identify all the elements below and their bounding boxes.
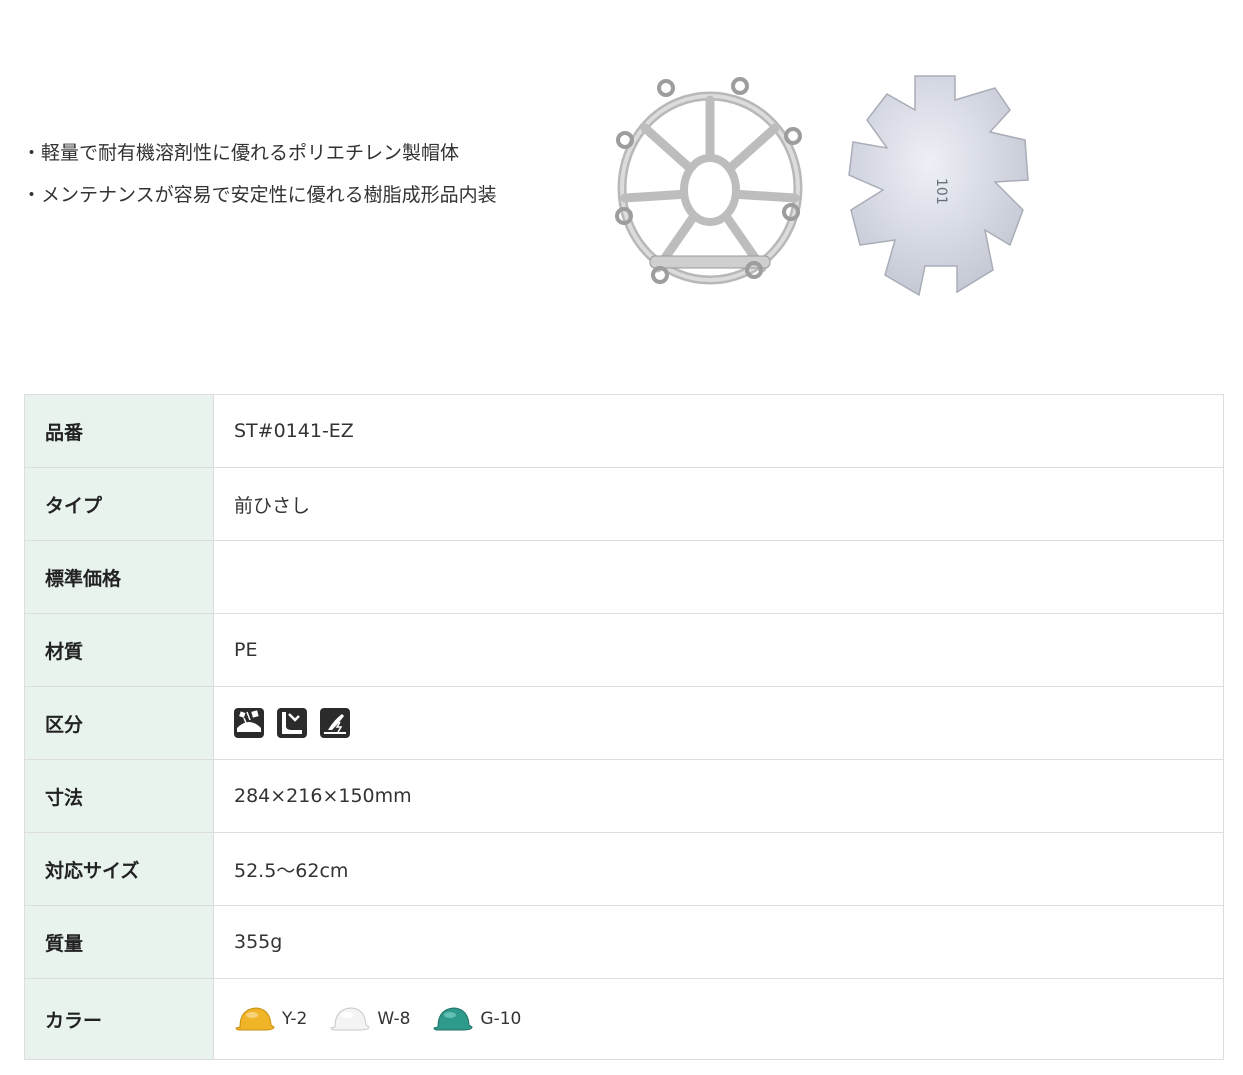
feature-item: メンテナンスが容易で安定性に優れる樹脂成形品内装 (22, 174, 497, 216)
spec-value: 284×216×150mm (213, 759, 1224, 833)
color-code: W-8 (377, 1009, 411, 1029)
spec-row: カラー Y-2 W-8 G-10 (24, 978, 1224, 1060)
spec-value: 355g (213, 905, 1224, 979)
spec-row: 品番 ST#0141-EZ (24, 394, 1224, 468)
helmet-icon (235, 1007, 275, 1031)
liner-marking: 101 (933, 178, 949, 205)
spec-label: 質量 (24, 905, 214, 979)
spec-table: 品番 ST#0141-EZ タイプ 前ひさし 標準価格 材質 PE 区分 寸法 … (24, 394, 1224, 1060)
color-option-w8: W-8 (329, 1003, 410, 1035)
color-code: G-10 (480, 1009, 522, 1029)
liner-image: 101 (848, 75, 1029, 297)
color-option-g10: G-10 (432, 1003, 521, 1035)
spec-label: 対応サイズ (24, 832, 214, 906)
spec-label: 標準価格 (24, 540, 214, 614)
spec-label: カラー (24, 978, 214, 1060)
falling-object-icon (234, 708, 264, 738)
spec-row: 寸法 284×216×150mm (24, 759, 1224, 833)
spec-row: 標準価格 (24, 540, 1224, 614)
spec-row: 区分 (24, 686, 1224, 760)
spec-row: タイプ 前ひさし (24, 467, 1224, 541)
product-images: 101 (610, 70, 1050, 305)
suspension-image (615, 77, 803, 285)
spec-label: 寸法 (24, 759, 214, 833)
spec-label: 材質 (24, 613, 214, 687)
electrical-icon (320, 708, 350, 738)
spec-value-colors: Y-2 W-8 G-10 (213, 978, 1224, 1060)
spec-row: 対応サイズ 52.5〜62cm (24, 832, 1224, 906)
helmet-icon (330, 1007, 370, 1031)
spec-row: 質量 355g (24, 905, 1224, 979)
spec-value (213, 540, 1224, 614)
fall-protection-icon (277, 708, 307, 738)
spec-row: 材質 PE (24, 613, 1224, 687)
spec-label: 品番 (24, 394, 214, 468)
helmet-icon (433, 1007, 473, 1031)
spec-value-category (213, 686, 1224, 760)
feature-list: 軽量で耐有機溶剤性に優れるポリエチレン製帽体 メンテナンスが容易で安定性に優れる… (22, 132, 497, 216)
feature-item: 軽量で耐有機溶剤性に優れるポリエチレン製帽体 (22, 132, 497, 174)
spec-value: 前ひさし (213, 467, 1224, 541)
spec-label: タイプ (24, 467, 214, 541)
spec-value: PE (213, 613, 1224, 687)
spec-value: 52.5〜62cm (213, 832, 1224, 906)
spec-value: ST#0141-EZ (213, 394, 1224, 468)
color-code: Y-2 (282, 1009, 308, 1029)
color-option-y2: Y-2 (234, 1003, 307, 1035)
spec-label: 区分 (24, 686, 214, 760)
